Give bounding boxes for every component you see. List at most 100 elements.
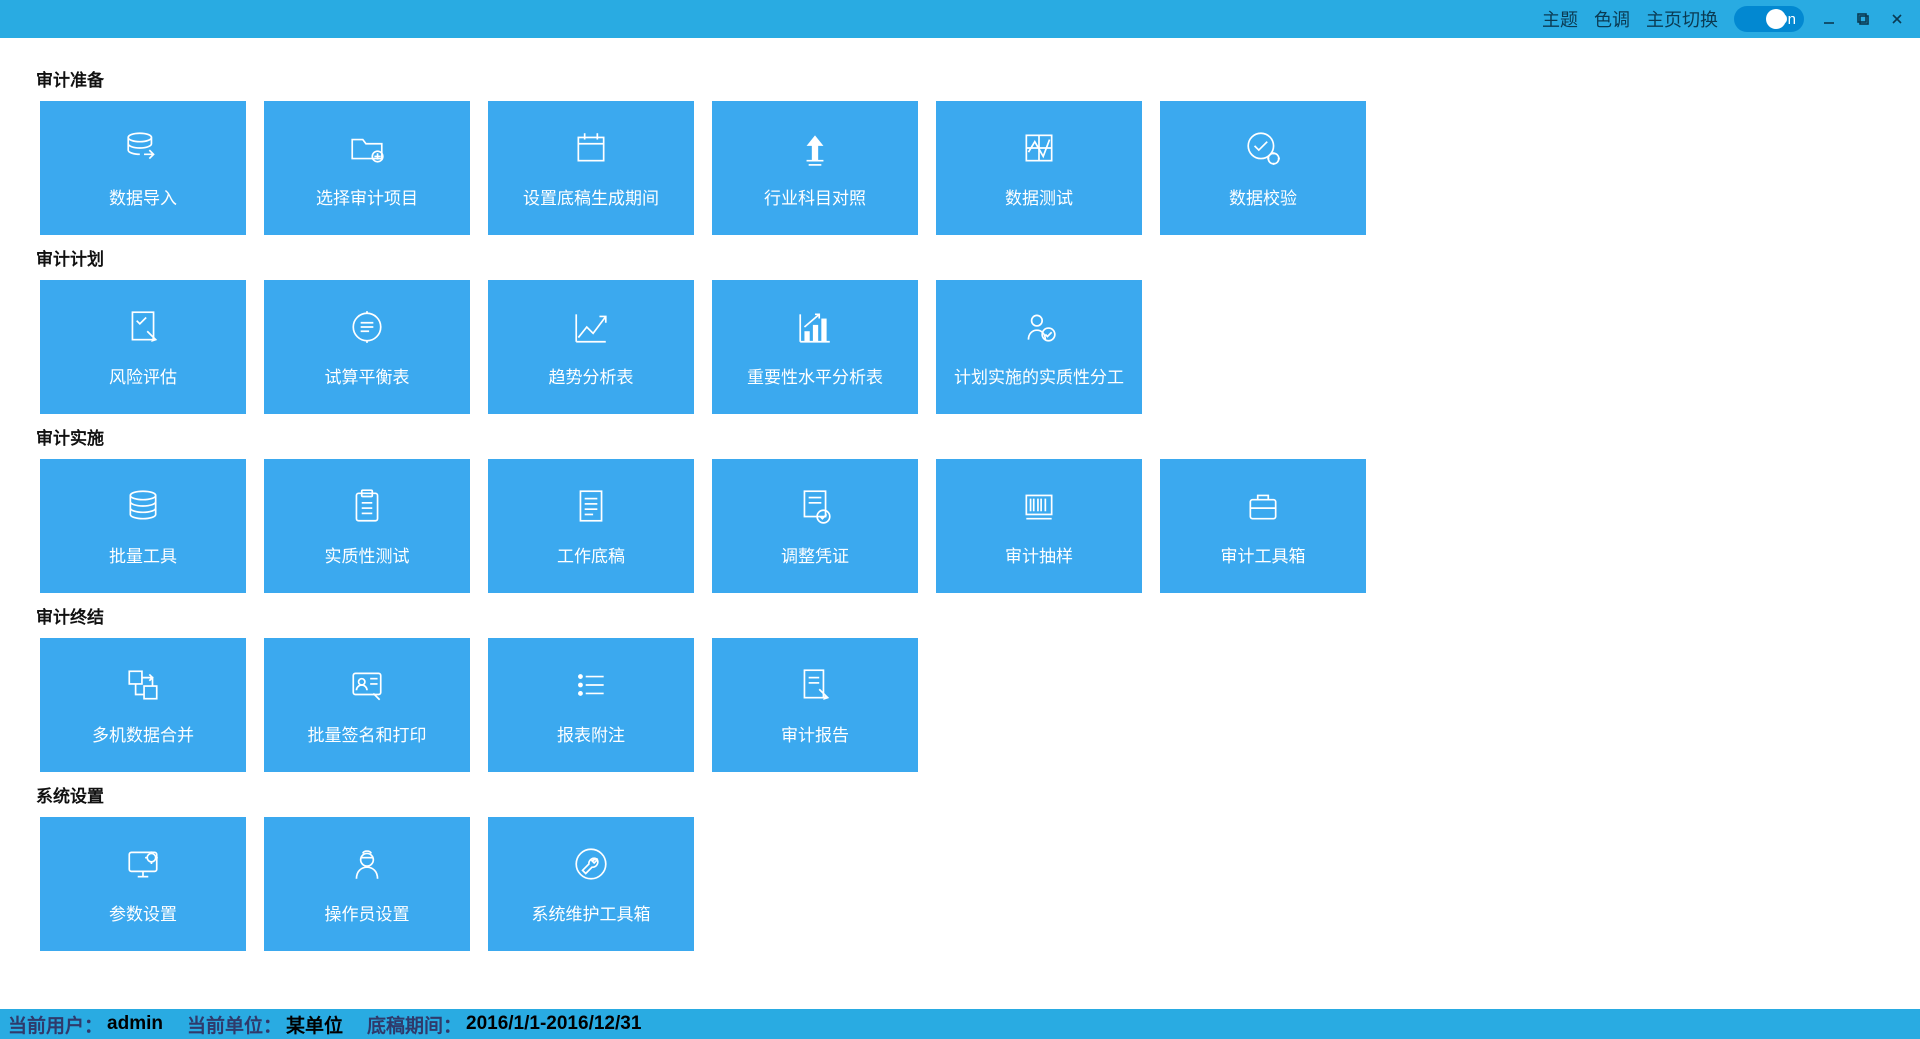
tile-label: 审计工具箱 — [1221, 542, 1306, 567]
db-stack-icon — [123, 486, 163, 526]
tile-label: 数据校验 — [1229, 184, 1297, 209]
titlebar: 主题 色调 主页切换 On — [0, 0, 1920, 38]
tile-label: 批量工具 — [109, 542, 177, 567]
tile-trend-analysis[interactable]: 趋势分析表 — [488, 280, 694, 414]
tile-audit-sampling[interactable]: 审计抽样 — [936, 459, 1142, 593]
homepage-toggle[interactable]: On — [1734, 6, 1804, 32]
tile-set-draft-period[interactable]: 设置底稿生成期间 — [488, 101, 694, 235]
tile-label: 多机数据合并 — [92, 721, 194, 746]
tile-label: 参数设置 — [109, 900, 177, 925]
monitor-gear-icon — [123, 844, 163, 884]
doc-lines-icon — [571, 486, 611, 526]
bar-arrow-icon — [795, 307, 835, 347]
tile-label: 行业科目对照 — [764, 184, 866, 209]
status-unit-value: 某单位 — [286, 1011, 343, 1038]
menu-tone[interactable]: 色调 — [1594, 6, 1630, 32]
tile-label: 试算平衡表 — [325, 363, 410, 388]
tile-label: 操作员设置 — [325, 900, 410, 925]
database-arrow-icon — [123, 128, 163, 168]
status-unit-label: 当前单位： — [187, 1011, 282, 1038]
grid-chart-icon — [1019, 128, 1059, 168]
tile-label: 设置底稿生成期间 — [523, 184, 659, 209]
briefcase-icon — [1243, 486, 1283, 526]
arrow-up-sort-icon — [795, 128, 835, 168]
section-title: 审计实施 — [36, 424, 1900, 449]
section-title: 审计计划 — [36, 245, 1900, 270]
folder-plus-icon — [347, 128, 387, 168]
tile-label: 重要性水平分析表 — [747, 363, 883, 388]
tile-label: 趋势分析表 — [549, 363, 634, 388]
tile-maintenance-toolbox[interactable]: 系统维护工具箱 — [488, 817, 694, 951]
tile-label: 审计抽样 — [1005, 542, 1073, 567]
clipboard-list-icon — [347, 486, 387, 526]
status-period-value: 2016/1/1-2016/12/31 — [466, 1013, 641, 1035]
balance-record-icon — [347, 307, 387, 347]
tile-label: 计划实施的实质性分工 — [954, 363, 1124, 388]
tile-report-notes[interactable]: 报表附注 — [488, 638, 694, 772]
tile-working-papers[interactable]: 工作底稿 — [488, 459, 694, 593]
section-title: 审计准备 — [36, 66, 1900, 91]
tile-label: 调整凭证 — [781, 542, 849, 567]
main-content: 审计准备数据导入 选择审计项目 设置底稿生成期间 行业科目对照 数据测试 数据校验审计计划… — [0, 38, 1920, 1009]
close-button[interactable] — [1888, 10, 1906, 28]
tile-risk-assessment[interactable]: 风险评估 — [40, 280, 246, 414]
minimize-button[interactable] — [1820, 10, 1838, 28]
person-ring-icon — [1019, 307, 1059, 347]
tile-row: 数据导入 选择审计项目 设置底稿生成期间 行业科目对照 数据测试 数据校验 — [40, 101, 1900, 235]
list-lines-icon — [571, 665, 611, 705]
id-sign-icon — [347, 665, 387, 705]
barcode-icon — [1019, 486, 1059, 526]
tile-industry-subject-map[interactable]: 行业科目对照 — [712, 101, 918, 235]
tile-data-test[interactable]: 数据测试 — [936, 101, 1142, 235]
tile-multi-merge[interactable]: 多机数据合并 — [40, 638, 246, 772]
tile-label: 系统维护工具箱 — [532, 900, 651, 925]
tile-plan-division[interactable]: 计划实施的实质性分工 — [936, 280, 1142, 414]
calendar-icon — [571, 128, 611, 168]
trend-up-icon — [571, 307, 611, 347]
tile-param-settings[interactable]: 参数设置 — [40, 817, 246, 951]
tile-operator-settings[interactable]: 操作员设置 — [264, 817, 470, 951]
menu-homepage-switch[interactable]: 主页切换 — [1646, 6, 1718, 32]
tile-row: 批量工具 实质性测试 工作底稿 调整凭证 审计抽样 审计工具箱 — [40, 459, 1900, 593]
tile-row: 风险评估 试算平衡表 趋势分析表 重要性水平分析表 计划实施的实质性分工 — [40, 280, 1900, 414]
doc-edit-icon — [795, 665, 835, 705]
tile-batch-sign-print[interactable]: 批量签名和打印 — [264, 638, 470, 772]
section-title: 审计终结 — [36, 603, 1900, 628]
toggle-label: On — [1762, 11, 1796, 28]
tile-materiality-analysis[interactable]: 重要性水平分析表 — [712, 280, 918, 414]
tile-data-validation[interactable]: 数据校验 — [1160, 101, 1366, 235]
tile-data-import[interactable]: 数据导入 — [40, 101, 246, 235]
tile-row: 参数设置 操作员设置 系统维护工具箱 — [40, 817, 1900, 951]
app-window: 主题 色调 主页切换 On 审计准备数据导入 选择审计项目 设置底稿生成期间 行业科目… — [0, 0, 1920, 1039]
doc-check-icon — [795, 486, 835, 526]
tile-label: 工作底稿 — [557, 542, 625, 567]
operator-icon — [347, 844, 387, 884]
tile-label: 报表附注 — [557, 721, 625, 746]
tile-label: 选择审计项目 — [316, 184, 418, 209]
menu-theme[interactable]: 主题 — [1542, 6, 1578, 32]
maximize-button[interactable] — [1854, 10, 1872, 28]
tile-label: 批量签名和打印 — [308, 721, 427, 746]
tile-adjust-entries[interactable]: 调整凭证 — [712, 459, 918, 593]
tile-label: 审计报告 — [781, 721, 849, 746]
wrench-circle-icon — [571, 844, 611, 884]
tile-trial-balance[interactable]: 试算平衡表 — [264, 280, 470, 414]
tile-audit-report[interactable]: 审计报告 — [712, 638, 918, 772]
tile-select-audit-project[interactable]: 选择审计项目 — [264, 101, 470, 235]
tile-substantive-test[interactable]: 实质性测试 — [264, 459, 470, 593]
maximize-icon — [1856, 12, 1870, 26]
tile-audit-toolbox[interactable]: 审计工具箱 — [1160, 459, 1366, 593]
tile-label: 数据测试 — [1005, 184, 1073, 209]
close-icon — [1890, 12, 1904, 26]
tile-label: 实质性测试 — [325, 542, 410, 567]
statusbar: 当前用户： admin 当前单位： 某单位 底稿期间： 2016/1/1-201… — [0, 1009, 1920, 1039]
tile-row: 多机数据合并 批量签名和打印 报表附注 审计报告 — [40, 638, 1900, 772]
minimize-icon — [1822, 12, 1836, 26]
section-title: 系统设置 — [36, 782, 1900, 807]
tile-label: 风险评估 — [109, 363, 177, 388]
tile-batch-tools[interactable]: 批量工具 — [40, 459, 246, 593]
status-period-label: 底稿期间： — [367, 1011, 462, 1038]
tile-label: 数据导入 — [109, 184, 177, 209]
doc-check-edit-icon — [123, 307, 163, 347]
status-user-label: 当前用户： — [8, 1011, 103, 1038]
